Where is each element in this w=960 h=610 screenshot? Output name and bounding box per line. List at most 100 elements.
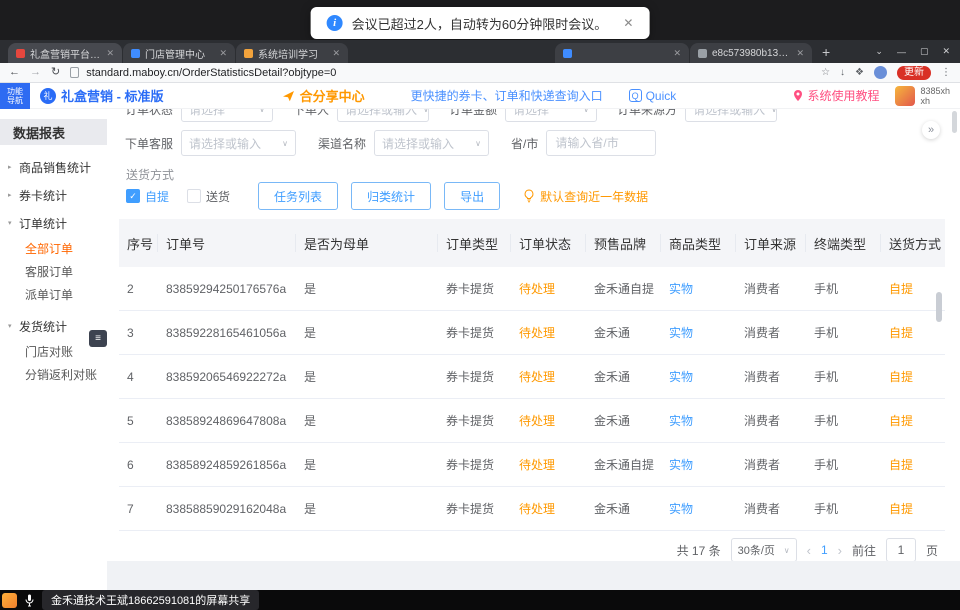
browser-tab[interactable]: 门店管理中心 ✕: [123, 43, 235, 63]
cell-product-type-link[interactable]: 实物: [661, 324, 736, 341]
cell-product-type-link[interactable]: 实物: [661, 500, 736, 517]
share-icon: [282, 89, 295, 102]
meeting-toast: i 会议已超过2人，自动转为60分钟限时会议。 ✕: [311, 7, 650, 39]
user-info[interactable]: 8385xh xh: [895, 86, 950, 106]
checkbox-delivery[interactable]: 送货: [187, 188, 230, 205]
filter-expand-button[interactable]: »: [922, 121, 940, 139]
tab-favicon: [563, 49, 572, 58]
sidebar-item-coupon-stats[interactable]: ▸ 券卡统计: [0, 181, 107, 209]
sidebar-item-order-stats[interactable]: ▾ 订单统计: [0, 209, 107, 237]
url-text: standard.maboy.cn/OrderStatisticsDetail?…: [86, 67, 336, 79]
classified-stats-button[interactable]: 归类统计: [351, 182, 431, 210]
current-page[interactable]: 1: [821, 543, 828, 557]
goto-page-input[interactable]: [886, 538, 916, 561]
user-id: 8385xh: [920, 86, 950, 96]
table-scrollbar-thumb[interactable]: [936, 292, 942, 322]
browser-update-button[interactable]: 更新: [897, 66, 931, 80]
page-size-value: 30条/页: [738, 542, 775, 558]
buyer-select[interactable]: 请选择或输入 ∨: [337, 109, 429, 122]
maximize-button[interactable]: ▢: [920, 46, 929, 57]
cell-product-type-link[interactable]: 实物: [661, 280, 736, 297]
tab-close-icon[interactable]: ✕: [673, 48, 681, 59]
page-scrollbar-thumb[interactable]: [952, 111, 957, 133]
pin-icon: [793, 89, 803, 102]
cell-is-parent: 是: [296, 456, 438, 473]
filter-buyer: 下单人 请选择或输入 ∨: [293, 109, 429, 122]
browser-tab[interactable]: ✕: [555, 43, 689, 63]
toast-close-icon[interactable]: ✕: [623, 16, 633, 30]
cell-delivery: 自提: [881, 500, 940, 517]
cell-order-type: 券卡提货: [438, 280, 511, 297]
filter-province-city: 省/市: [511, 130, 656, 156]
main-panel: » 订单状态 请选择 ∨ 下单人 请选择或输入 ∨ 订单金额 请选择 ∨ 订单来…: [107, 109, 960, 561]
cell-status: 待处理: [511, 368, 586, 385]
cell-no: 2: [119, 282, 158, 296]
quick-label: Quick: [646, 89, 677, 103]
page-size-select[interactable]: 30条/页 ∨: [731, 538, 797, 561]
checkbox-self-pickup[interactable]: ✓ 自提: [126, 188, 169, 205]
order-source-select[interactable]: 请选择或输入 ∨: [685, 109, 777, 122]
order-amount-select[interactable]: 请选择 ∨: [505, 109, 597, 122]
user-suffix: xh: [920, 96, 930, 106]
order-status-select[interactable]: 请选择 ∨: [181, 109, 273, 122]
minimize-button[interactable]: —: [897, 47, 906, 57]
tab-close-icon[interactable]: ✕: [106, 48, 114, 59]
back-icon[interactable]: ←: [9, 67, 20, 78]
browser-tab[interactable]: e8c573980b13a28a258fd2e6f ✕: [690, 43, 812, 63]
channel-name-select[interactable]: 请选择或输入 ∨: [374, 130, 489, 156]
export-button[interactable]: 导出: [444, 182, 500, 210]
service-agent-select[interactable]: 请选择或输入 ∨: [181, 130, 296, 156]
info-icon: i: [327, 15, 343, 31]
filter-order-status: 订单状态 请选择 ∨: [125, 109, 273, 122]
browser-profile-avatar[interactable]: [874, 66, 887, 79]
sidebar-item-service-orders[interactable]: 客服订单: [0, 260, 107, 283]
browser-tab-strip: 礼盒营销平台管理中心 ✕ 门店管理中心 ✕ 系统培训学习 ✕ ✕ e8c5739…: [0, 40, 960, 63]
function-nav-button[interactable]: 功能 导航: [0, 83, 30, 109]
browser-tab[interactable]: 系统培训学习 ✕: [236, 43, 348, 63]
brand-logo-icon: 礼: [40, 88, 56, 104]
microphone-icon[interactable]: [25, 594, 34, 607]
sidebar-item-all-orders[interactable]: 全部订单: [0, 237, 107, 260]
next-page-button[interactable]: ›: [838, 543, 842, 558]
tab-search-icon[interactable]: ⌄: [875, 46, 883, 57]
browser-tab-active[interactable]: 礼盒营销平台管理中心 ✕: [8, 43, 122, 63]
app-logo-icon: [2, 593, 17, 608]
cell-status: 待处理: [511, 324, 586, 341]
sidebar-section-data-reports[interactable]: 数据报表: [0, 119, 107, 145]
browser-menu-icon[interactable]: ⋮: [941, 67, 951, 78]
cell-product-type-link[interactable]: 实物: [661, 456, 736, 473]
download-icon[interactable]: ↓: [840, 67, 845, 78]
reload-icon[interactable]: ↻: [51, 67, 60, 78]
toolbar: ✓ 自提 送货 任务列表 归类统计 导出 默认查询近一年数据: [126, 182, 648, 210]
system-tutorial-link[interactable]: 系统使用教程: [793, 87, 879, 104]
cell-no: 7: [119, 502, 158, 516]
sidebar-item-dispatch-orders[interactable]: 派单订单: [0, 283, 107, 306]
task-list-button[interactable]: 任务列表: [258, 182, 338, 210]
cell-product-type-link[interactable]: 实物: [661, 412, 736, 429]
filter-label: 渠道名称: [318, 135, 366, 152]
address-bar-actions: ↓ ❖ 更新 ⋮: [840, 66, 951, 80]
cell-no: 5: [119, 414, 158, 428]
close-button[interactable]: ✕: [942, 46, 950, 57]
url-field[interactable]: standard.maboy.cn/OrderStatisticsDetail?…: [70, 67, 830, 79]
cell-brand: 金禾通: [586, 500, 661, 517]
tab-close-icon[interactable]: ✕: [219, 48, 227, 59]
cell-product-type-link[interactable]: 实物: [661, 368, 736, 385]
forward-icon[interactable]: →: [30, 67, 41, 78]
sidebar-item-product-sales-stats[interactable]: ▸ 商品销售统计: [0, 153, 107, 181]
province-city-input[interactable]: [546, 130, 656, 156]
sidebar-collapse-handle[interactable]: ≡: [89, 330, 107, 347]
cell-terminal: 手机: [806, 456, 881, 473]
extensions-icon[interactable]: ❖: [855, 67, 864, 78]
new-tab-button[interactable]: +: [822, 44, 830, 60]
tab-close-icon[interactable]: ✕: [332, 48, 340, 59]
prev-page-button[interactable]: ‹: [807, 543, 811, 558]
sidebar-item-rebate-reconciliation[interactable]: 分销返利对账: [0, 363, 107, 386]
quick-link[interactable]: Q Quick: [629, 89, 677, 103]
share-center-link[interactable]: 合分享中心: [282, 86, 365, 105]
bookmark-star-icon[interactable]: ☆: [821, 67, 830, 78]
cell-delivery: 自提: [881, 324, 940, 341]
select-placeholder: 请选择或输入: [345, 109, 417, 118]
select-placeholder: 请选择: [189, 109, 225, 118]
tab-close-icon[interactable]: ✕: [796, 48, 804, 59]
